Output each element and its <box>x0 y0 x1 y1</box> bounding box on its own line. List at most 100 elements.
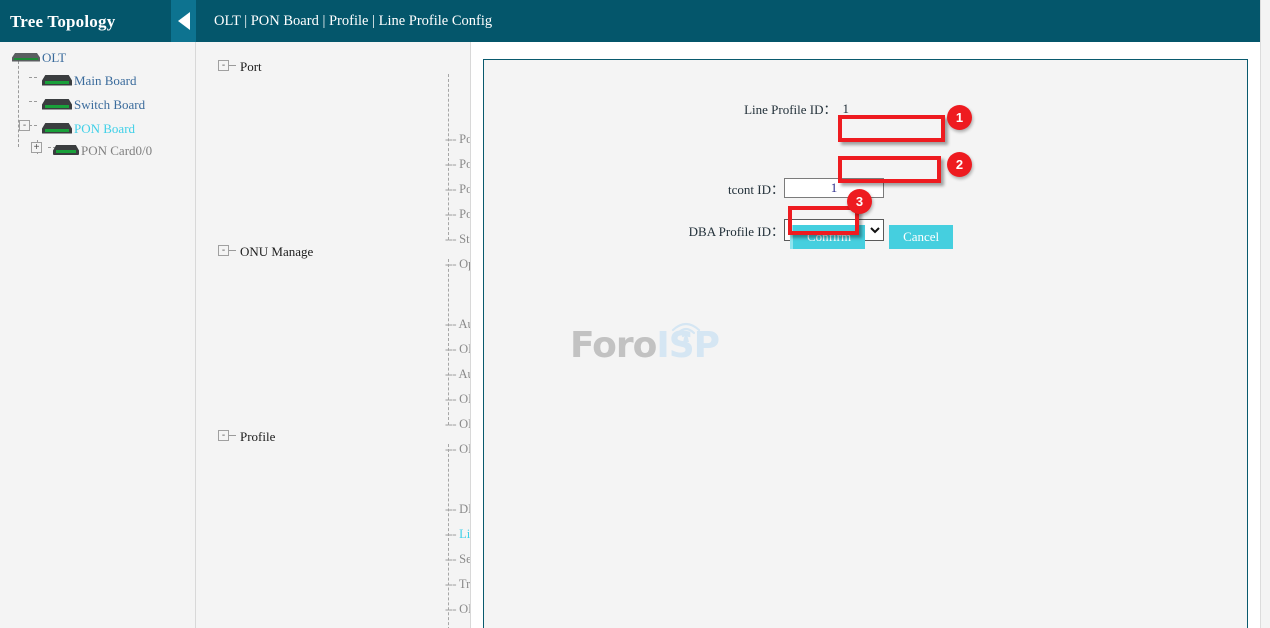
nav-item-dashes: --- <box>445 182 456 196</box>
nav-item-onu-policy-auth[interactable]: --- ONU Policy Auth <box>445 392 471 407</box>
nav-item-dashes: --- <box>445 207 456 221</box>
device-board-icon <box>42 123 72 134</box>
nav-group-expander-port[interactable]: - <box>218 60 229 71</box>
tree-topology-title: Tree Topology <box>0 13 115 30</box>
tree-expander-glyph: - <box>23 121 26 131</box>
tree-node-main-board[interactable]: Main Board <box>42 70 136 90</box>
nav-item-label: Port Info <box>459 132 471 146</box>
nav-item-authentication-control[interactable]: --- Authentication Control <box>445 317 471 332</box>
tree-connector-stub <box>29 101 37 102</box>
nav-item-dashes: --- <box>445 392 456 406</box>
nav-item-storm-control[interactable]: --- Storm Control <box>445 232 471 247</box>
breadcrumb-bar: OLT | PON Board | Profile | Line Profile… <box>196 0 1260 42</box>
nav-item-label: ONU Info List <box>459 417 471 431</box>
tree-connector-trunk <box>18 61 19 147</box>
nav-item-traffic-profile-config[interactable]: --- Traffic Profile Config <box>445 577 471 592</box>
tree-node-pon-board[interactable]: PON Board <box>42 118 135 138</box>
nav-item-label: Authentication Control <box>458 317 471 331</box>
nav-item-onu-authentication-config[interactable]: --- ONU Authentication Config <box>445 342 471 357</box>
tree-topology-header: Tree Topology <box>0 0 196 42</box>
tree-node-label: PON Board <box>74 122 135 135</box>
tree-topology-panel: Tree Topology OLT Main Board <box>0 0 196 628</box>
nav-item-auto-find-list[interactable]: --- Auto Find List <box>445 367 471 382</box>
nav-item-onu-info-list[interactable]: --- ONU Info List <box>445 417 471 432</box>
tree-node-pon-card[interactable]: PON Card0/0 <box>53 140 152 160</box>
watermark-text-secondary: ISP <box>656 325 719 366</box>
tree-node-olt[interactable]: OLT <box>12 47 66 67</box>
annotation-badge-3: 3 <box>847 189 872 214</box>
nav-item-dashes: --- <box>445 577 456 591</box>
nav-item-label: Traffic Profile Config <box>459 577 471 591</box>
nav-item-dashes: --- <box>445 367 456 381</box>
section-nav-panel: - Port --- Port Info --- Port Config ---… <box>196 42 471 628</box>
nav-group-stub <box>229 65 236 66</box>
row-line-profile-id: Line Profile ID： 1 <box>484 99 849 118</box>
annotation-badge-1: 1 <box>947 105 972 130</box>
nav-item-label: ONU Policy Auth <box>459 392 471 406</box>
triangle-left-icon[interactable] <box>171 0 196 42</box>
nav-item-dashes: --- <box>445 317 456 331</box>
line-profile-id-value: 1 <box>843 101 850 117</box>
confirm-button[interactable]: Confirm <box>790 225 865 249</box>
cancel-button[interactable]: Cancel <box>889 225 953 249</box>
triangle-left-glyph <box>178 12 190 30</box>
nav-item-dashes: --- <box>445 442 456 456</box>
annotation-badge-2: 2 <box>947 152 972 177</box>
line-profile-config-form: Line Profile ID： 1 tcont ID： DBA Profile… <box>483 59 1248 628</box>
content-area: Line Profile ID： 1 tcont ID： DBA Profile… <box>471 42 1260 628</box>
nav-expander-glyph: - <box>222 61 225 71</box>
nav-item-dashes: --- <box>445 552 456 566</box>
nav-item-port-rate-limit[interactable]: --- Port Rate Limit <box>445 207 471 222</box>
nav-item-port-config[interactable]: --- Port Config <box>445 157 471 172</box>
device-board-icon <box>42 99 72 110</box>
nav-item-line-profile-config[interactable]: --- Line Profile Config <box>445 527 471 542</box>
nav-expander-glyph: - <box>222 431 225 441</box>
nav-item-dashes: --- <box>445 157 456 171</box>
nav-item-dba-profile-config[interactable]: --- DBA Profile Config <box>445 502 471 517</box>
tree-node-label: Switch Board <box>74 98 145 111</box>
nav-item-label: DBA Profile Config <box>459 502 471 516</box>
tree-expander-pon-board[interactable]: - <box>19 120 30 131</box>
form-actions: Confirm Cancel <box>790 225 953 249</box>
tree-expander-pon-card[interactable]: + <box>31 142 42 153</box>
tree-topology-body: OLT Main Board Switch Board - PON Board <box>0 42 195 628</box>
tree-node-label: Main Board <box>74 74 136 87</box>
tree-node-switch-board[interactable]: Switch Board <box>42 94 145 114</box>
nav-group-stub <box>229 435 236 436</box>
watermark-text-primary: Foro <box>570 325 656 366</box>
dba-profile-id-label: DBA Profile ID： <box>674 221 784 240</box>
nav-group-expander-onu-manage[interactable]: - <box>218 245 229 256</box>
nav-item-label: Service Profile Config <box>459 552 471 566</box>
nav-group-expander-profile[interactable]: - <box>218 430 229 441</box>
application-window: Tree Topology OLT Main Board <box>0 0 1270 628</box>
nav-item-label: Optical Parameter <box>459 257 471 271</box>
tree-connector-stub <box>29 125 37 126</box>
nav-item-label: Port Rate Limit <box>459 207 471 221</box>
nav-item-dashes: --- <box>445 417 456 431</box>
nav-item-service-profile-config[interactable]: --- Service Profile Config <box>445 552 471 567</box>
nav-item-label: ONU Optical Parameter <box>459 442 471 456</box>
nav-item-dashes: --- <box>445 527 456 541</box>
nav-item-label: Port Extend Config <box>459 182 471 196</box>
nav-item-dashes: --- <box>445 602 456 616</box>
nav-item-dashes: --- <box>445 502 456 516</box>
watermark-text: ForoISP <box>570 328 770 364</box>
nav-item-label: Line Profile Config <box>459 527 471 541</box>
nav-item-port-extend-config[interactable]: --- Port Extend Config <box>445 182 471 197</box>
tree-connector-stub <box>29 77 37 78</box>
device-card-icon <box>53 145 79 155</box>
line-profile-id-label: Line Profile ID： <box>744 99 836 118</box>
nav-expander-glyph: - <box>222 246 225 256</box>
nav-item-onu-igmp-profile[interactable]: --- ONU IGMP Profile <box>445 602 471 617</box>
tree-node-label: OLT <box>42 51 66 64</box>
device-olt-icon <box>12 53 40 62</box>
page-right-edge <box>1260 0 1270 628</box>
nav-item-dashes: --- <box>445 342 456 356</box>
tree-node-label: PON Card0/0 <box>81 144 152 157</box>
nav-item-port-info[interactable]: --- Port Info <box>445 132 471 147</box>
nav-group-title-onu-manage: ONU Manage <box>240 244 313 260</box>
device-board-icon <box>42 75 72 86</box>
nav-item-label: Auto Find List <box>458 367 471 381</box>
tree-expander-glyph: + <box>34 143 40 153</box>
nav-item-dashes: --- <box>445 232 456 246</box>
